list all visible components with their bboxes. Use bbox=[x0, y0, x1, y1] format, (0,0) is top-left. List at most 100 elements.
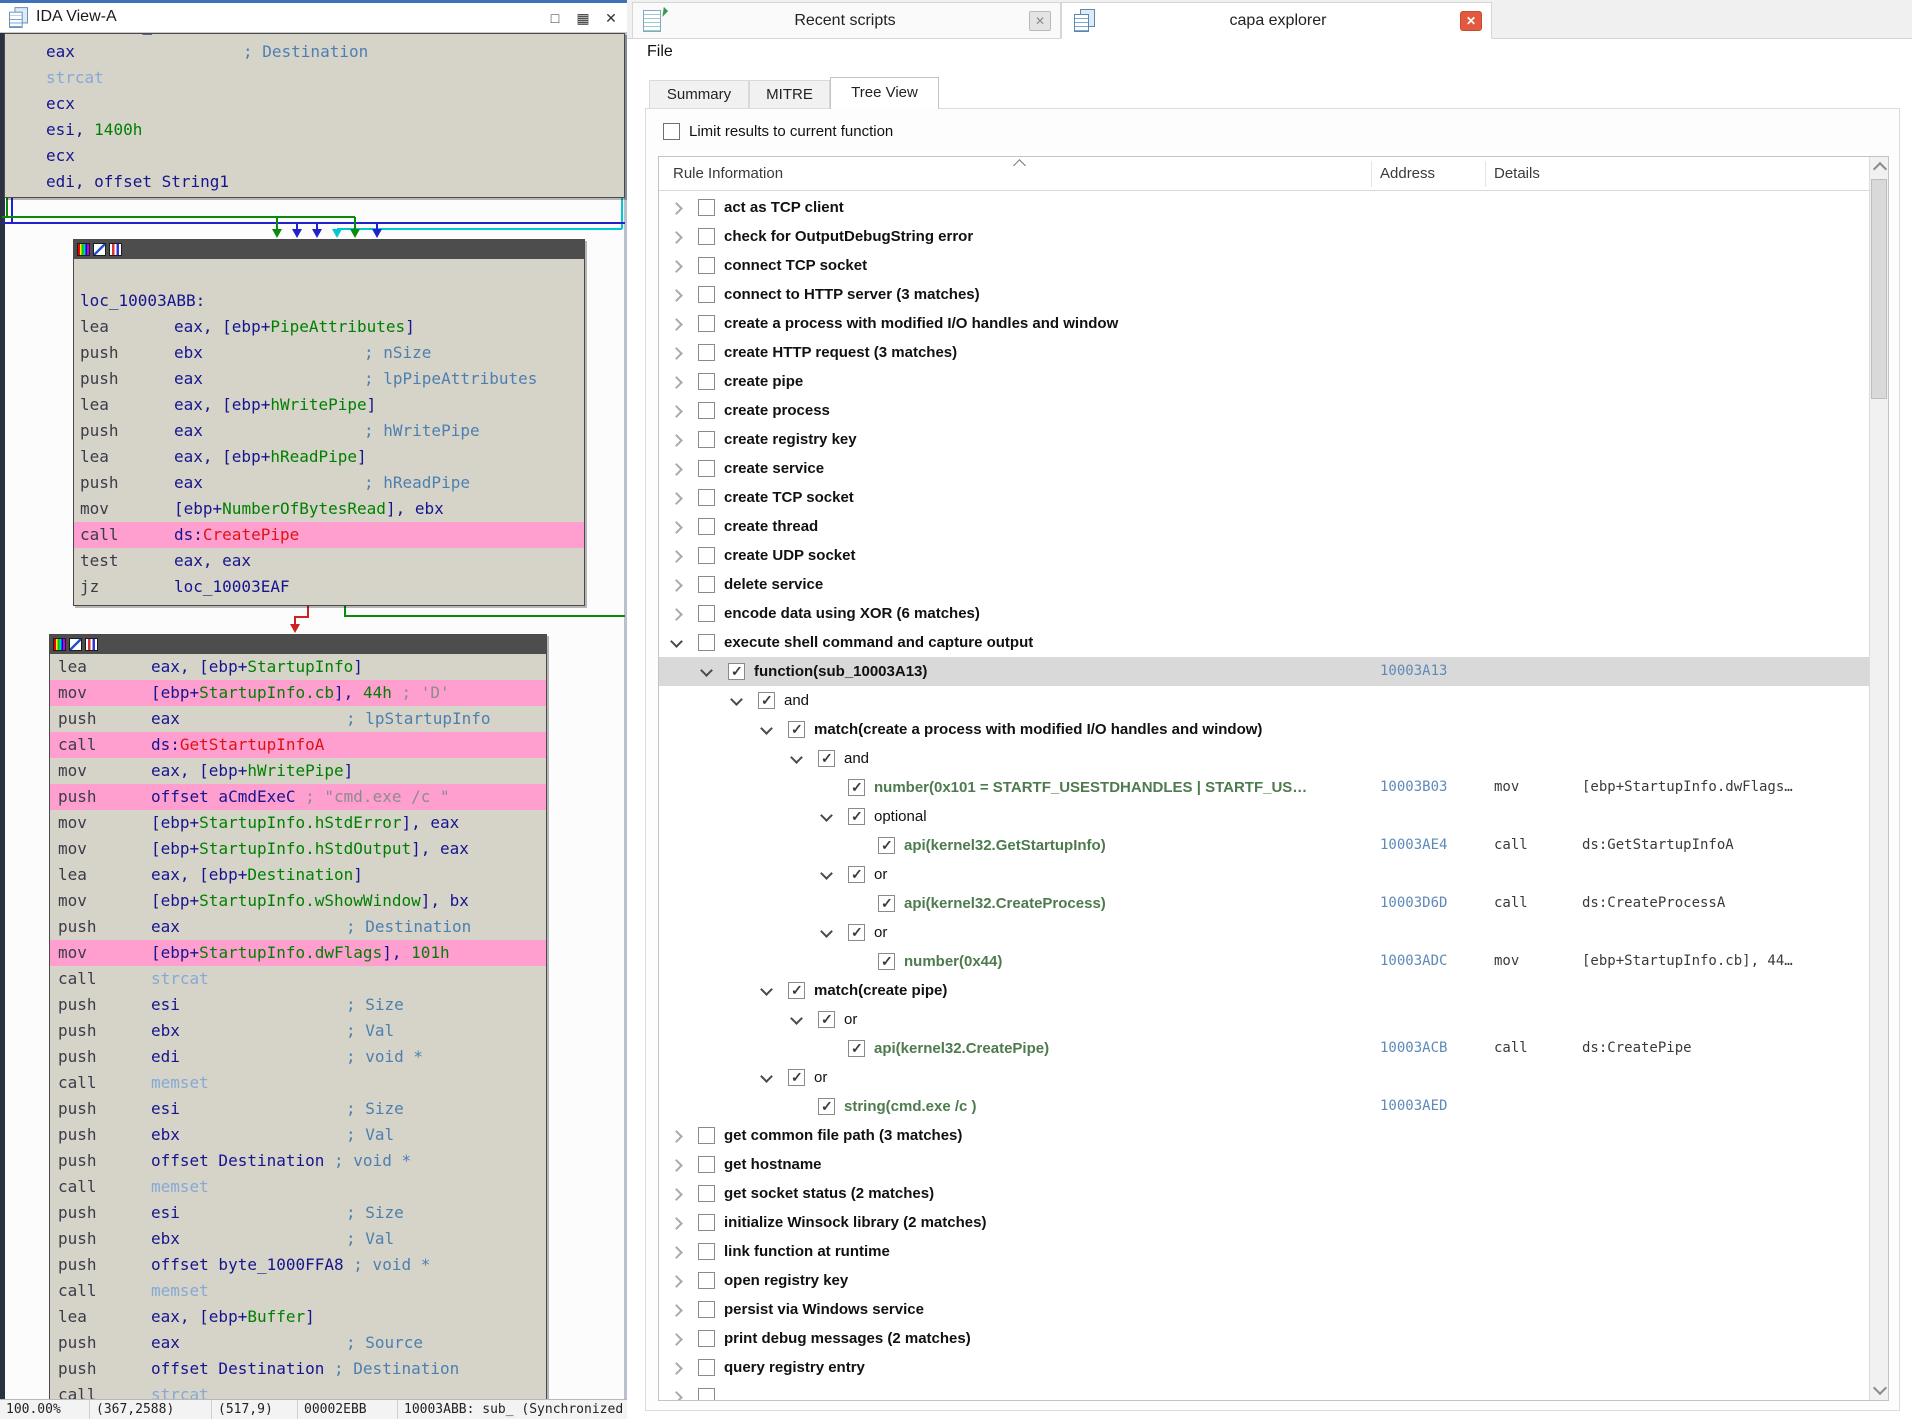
tree-row[interactable]: create registry key bbox=[659, 425, 1869, 454]
checkbox[interactable] bbox=[698, 402, 715, 419]
checkbox[interactable] bbox=[698, 1359, 715, 1376]
asm-line[interactable]: edi, offset String1 bbox=[5, 169, 624, 195]
tree-row[interactable]: create service bbox=[659, 454, 1869, 483]
column-rule-information[interactable]: Rule Information bbox=[673, 165, 783, 182]
tree-row[interactable]: create HTTP request (3 matches) bbox=[659, 338, 1869, 367]
asm-line[interactable]: leaeax, [ebp+PipeAttributes] bbox=[74, 314, 584, 340]
chevron-right-icon[interactable] bbox=[670, 1333, 683, 1346]
checkbox[interactable] bbox=[818, 750, 835, 767]
asm-line[interactable]: ecx bbox=[5, 143, 624, 169]
tree-row[interactable]: string(cmd.exe /c )10003AED bbox=[659, 1092, 1869, 1121]
basic-block[interactable]: offset asc_1000eax; Destinationstrcatecx… bbox=[4, 33, 625, 198]
checkbox[interactable] bbox=[848, 924, 865, 941]
checkbox[interactable] bbox=[698, 1388, 715, 1400]
tree-row[interactable]: optional bbox=[659, 802, 1869, 831]
asm-line[interactable]: mov[ebp+StartupInfo.cb], 44h ; 'D' bbox=[50, 680, 546, 706]
tree-row[interactable]: number(0x101 = STARTF_USESTDHANDLES | ST… bbox=[659, 773, 1869, 802]
checkbox[interactable] bbox=[878, 953, 895, 970]
tree-row[interactable]: get hostname bbox=[659, 1150, 1869, 1179]
tab-mitre[interactable]: MITRE bbox=[749, 80, 830, 109]
checkbox[interactable] bbox=[698, 634, 715, 651]
checkbox[interactable] bbox=[788, 721, 805, 738]
checkbox[interactable] bbox=[728, 663, 745, 680]
asm-line[interactable]: leaeax, [ebp+StartupInfo] bbox=[50, 654, 546, 680]
chevron-down-icon[interactable] bbox=[700, 664, 713, 677]
maximize-icon[interactable]: ▦ bbox=[571, 7, 595, 29]
tree-row[interactable]: create process bbox=[659, 396, 1869, 425]
tree-row[interactable] bbox=[659, 1382, 1869, 1400]
tree-row[interactable]: create thread bbox=[659, 512, 1869, 541]
chevron-right-icon[interactable] bbox=[670, 550, 683, 563]
tree-row[interactable]: create pipe bbox=[659, 367, 1869, 396]
tree-row[interactable]: print debug messages (2 matches) bbox=[659, 1324, 1869, 1353]
close-icon[interactable]: ✕ bbox=[599, 7, 623, 29]
tree-row[interactable]: query registry entry bbox=[659, 1353, 1869, 1382]
tree-row[interactable]: function(sub_10003A13)10003A13 bbox=[659, 657, 1869, 686]
checkbox[interactable] bbox=[698, 1156, 715, 1173]
tree-row[interactable]: or bbox=[659, 1063, 1869, 1092]
tree-row[interactable]: link function at runtime bbox=[659, 1237, 1869, 1266]
checkbox[interactable] bbox=[698, 576, 715, 593]
asm-line[interactable]: pushoffset aCmdExeC ; "cmd.exe /c " bbox=[50, 784, 546, 810]
asm-line[interactable]: pushebx; Val bbox=[50, 1226, 546, 1252]
asm-line[interactable]: loc_10003ABB: bbox=[74, 288, 584, 314]
column-address[interactable]: Address bbox=[1380, 165, 1435, 182]
tree-row[interactable]: api(kernel32.CreateProcess)10003D6Dcalld… bbox=[659, 889, 1869, 918]
tree-row[interactable]: or bbox=[659, 860, 1869, 889]
asm-line[interactable]: pusheax; lpStartupInfo bbox=[50, 706, 546, 732]
checkbox[interactable] bbox=[698, 605, 715, 622]
ida-titlebar[interactable]: IDA View-A □ ▦ ✕ bbox=[0, 3, 627, 33]
chevron-down-icon[interactable] bbox=[820, 925, 833, 938]
tree-row[interactable]: or bbox=[659, 918, 1869, 947]
tree-row[interactable]: persist via Windows service bbox=[659, 1295, 1869, 1324]
asm-line[interactable]: esi, 1400h bbox=[5, 117, 624, 143]
tree-row[interactable]: or bbox=[659, 1005, 1869, 1034]
tree-row[interactable]: create a process with modified I/O handl… bbox=[659, 309, 1869, 338]
limit-results-checkbox[interactable] bbox=[663, 123, 680, 140]
checkbox[interactable] bbox=[698, 1127, 715, 1144]
tree-row[interactable]: get socket status (2 matches) bbox=[659, 1179, 1869, 1208]
chevron-right-icon[interactable] bbox=[670, 1275, 683, 1288]
close-tab-icon[interactable]: ✕ bbox=[1460, 11, 1482, 31]
chevron-down-icon[interactable] bbox=[790, 751, 803, 764]
asm-line[interactable]: leaeax, [ebp+Buffer] bbox=[50, 1304, 546, 1330]
chevron-right-icon[interactable] bbox=[670, 260, 683, 273]
checkbox[interactable] bbox=[698, 373, 715, 390]
basic-block[interactable]: loc_10003ABB:leaeax, [ebp+PipeAttributes… bbox=[73, 239, 585, 606]
asm-line[interactable]: callds:GetStartupInfoA bbox=[50, 732, 546, 758]
asm-line[interactable]: testeax, eax bbox=[74, 548, 584, 574]
chevron-right-icon[interactable] bbox=[670, 405, 683, 418]
asm-line[interactable]: leaeax, [ebp+Destination] bbox=[50, 862, 546, 888]
chevron-right-icon[interactable] bbox=[670, 202, 683, 215]
column-details[interactable]: Details bbox=[1494, 165, 1540, 182]
chevron-down-icon[interactable] bbox=[820, 809, 833, 822]
block-header[interactable] bbox=[50, 635, 546, 654]
chevron-right-icon[interactable] bbox=[670, 521, 683, 534]
asm-line[interactable]: pushebx; nSize bbox=[74, 340, 584, 366]
asm-line[interactable]: mov[ebp+NumberOfBytesRead], ebx bbox=[74, 496, 584, 522]
asm-line[interactable]: pusheax; hReadPipe bbox=[74, 470, 584, 496]
checkbox[interactable] bbox=[758, 692, 775, 709]
chevron-right-icon[interactable] bbox=[670, 434, 683, 447]
asm-line[interactable]: pushedi; void * bbox=[50, 1044, 546, 1070]
tree-row[interactable]: create UDP socket bbox=[659, 541, 1869, 570]
tree-row[interactable]: initialize Winsock library (2 matches) bbox=[659, 1208, 1869, 1237]
chevron-right-icon[interactable] bbox=[670, 1188, 683, 1201]
asm-line[interactable]: pushebx; Val bbox=[50, 1018, 546, 1044]
checkbox[interactable] bbox=[698, 1272, 715, 1289]
chevron-right-icon[interactable] bbox=[670, 1362, 683, 1375]
tree-row[interactable]: and bbox=[659, 744, 1869, 773]
tree-row[interactable]: connect to HTTP server (3 matches) bbox=[659, 280, 1869, 309]
chevron-right-icon[interactable] bbox=[670, 1246, 683, 1259]
checkbox[interactable] bbox=[698, 257, 715, 274]
asm-line[interactable]: mov[ebp+StartupInfo.dwFlags], 101h bbox=[50, 940, 546, 966]
block-header[interactable] bbox=[74, 240, 584, 259]
checkbox[interactable] bbox=[698, 431, 715, 448]
chevron-right-icon[interactable] bbox=[670, 318, 683, 331]
asm-line[interactable]: mov[ebp+StartupInfo.hStdOutput], eax bbox=[50, 836, 546, 862]
tree-row[interactable]: create TCP socket bbox=[659, 483, 1869, 512]
chevron-down-icon[interactable] bbox=[820, 867, 833, 880]
chevron-down-icon[interactable] bbox=[670, 635, 683, 648]
tab-capa-explorer[interactable]: capa explorer ✕ bbox=[1061, 2, 1492, 39]
tree-row[interactable]: encode data using XOR (6 matches) bbox=[659, 599, 1869, 628]
